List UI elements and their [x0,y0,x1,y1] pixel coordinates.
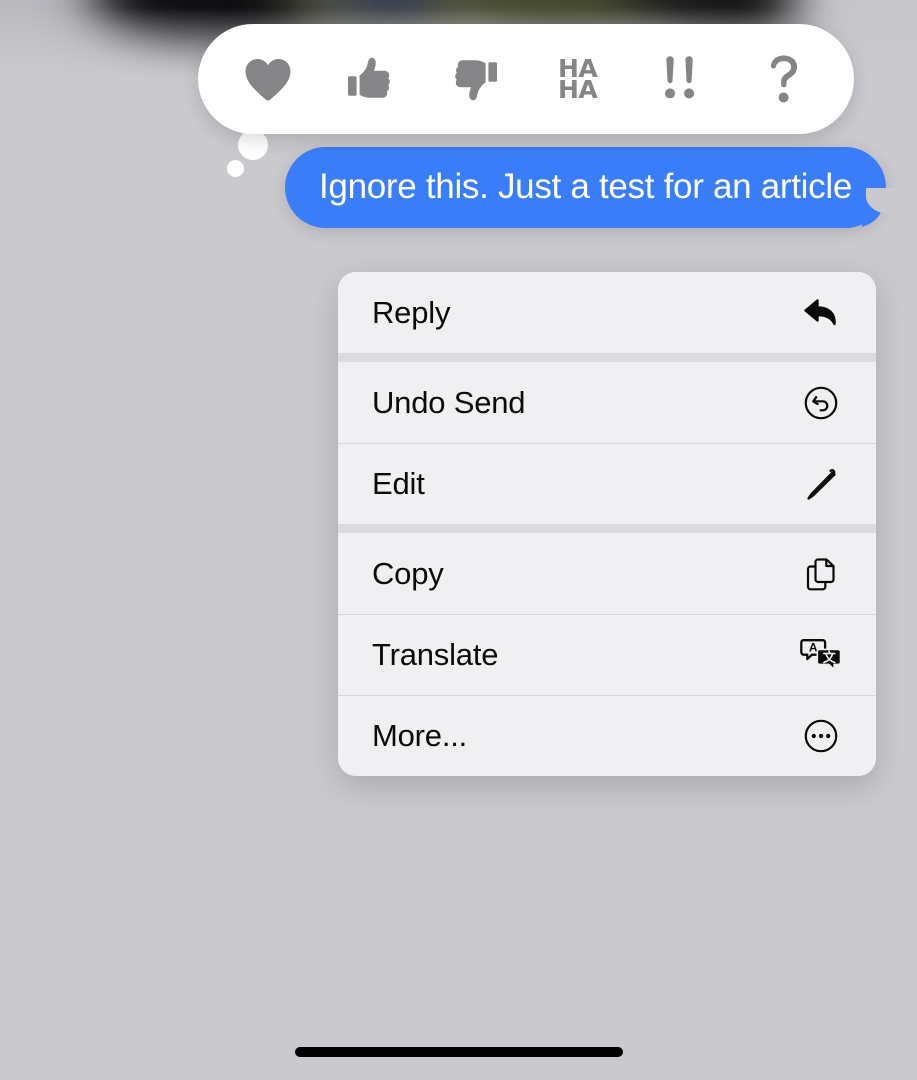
menu-item-reply[interactable]: Reply [338,272,876,353]
tapback-reaction-bar: HA HA [198,24,854,177]
haha-line-2: HA [558,75,598,104]
bubble-tail-icon [862,188,902,229]
tapback-haha-button[interactable]: HA HA [539,40,617,118]
menu-item-label: Copy [372,555,444,591]
pencil-icon [800,463,842,505]
tapback-exclamation-button[interactable] [642,40,720,118]
menu-item-copy[interactable]: Copy [338,533,876,614]
menu-item-label: Reply [372,294,451,330]
menu-item-translate[interactable]: Translate A 文 [338,614,876,695]
tapback-thumbs-up-button[interactable] [332,40,410,118]
thumbs-up-icon [347,55,395,103]
menu-item-label: More... [372,718,468,753]
ellipsis-circle-icon [800,715,842,757]
message-text: Ignore this. Just a test for an article [318,167,852,206]
menu-item-label: Translate [372,637,499,672]
message-row: Ignore this. Just a test for an article [0,147,917,229]
menu-group-separator [338,353,876,362]
svg-text:文: 文 [823,650,837,666]
menu-group-separator [338,524,876,533]
menu-group-actions: Copy Translate A 文 More... [338,533,876,776]
menu-group-reply: Reply [338,272,876,353]
menu-item-edit[interactable]: Edit [338,443,876,524]
menu-item-label: Edit [372,466,425,501]
doc-on-doc-icon [800,553,842,595]
reply-arrow-icon [800,292,842,334]
tapback-thumbs-down-button[interactable] [435,40,513,118]
undo-circle-arrow-icon [800,382,842,424]
home-indicator [294,1047,623,1057]
tapback-bar-panel: HA HA [198,24,854,134]
heart-icon [243,57,293,102]
thumbs-down-icon [450,55,498,103]
menu-item-undo-send[interactable]: Undo Send [338,362,876,443]
menu-item-more[interactable]: More... [338,695,876,776]
haha-icon: HA HA [558,56,598,104]
tapback-tail-large-dot [238,130,268,160]
tapback-question-button[interactable] [745,40,823,118]
translate-bubbles-icon: A 文 [800,634,842,676]
outgoing-message-bubble[interactable]: Ignore this. Just a test for an article [284,147,902,229]
message-context-menu: Reply Undo Send Edit Copy Translate A 文 … [338,272,876,776]
tapback-heart-button[interactable] [229,40,307,118]
menu-item-label: Undo Send [372,384,526,420]
menu-group-edit: Undo Send Edit [338,362,876,524]
tapback-tail-small-dot [227,160,244,177]
question-mark-icon [767,54,801,104]
double-exclamation-icon [661,54,701,104]
imessage-context-menu-screen: HA HA Ignore this. Just a test for an ar… [0,0,917,1080]
